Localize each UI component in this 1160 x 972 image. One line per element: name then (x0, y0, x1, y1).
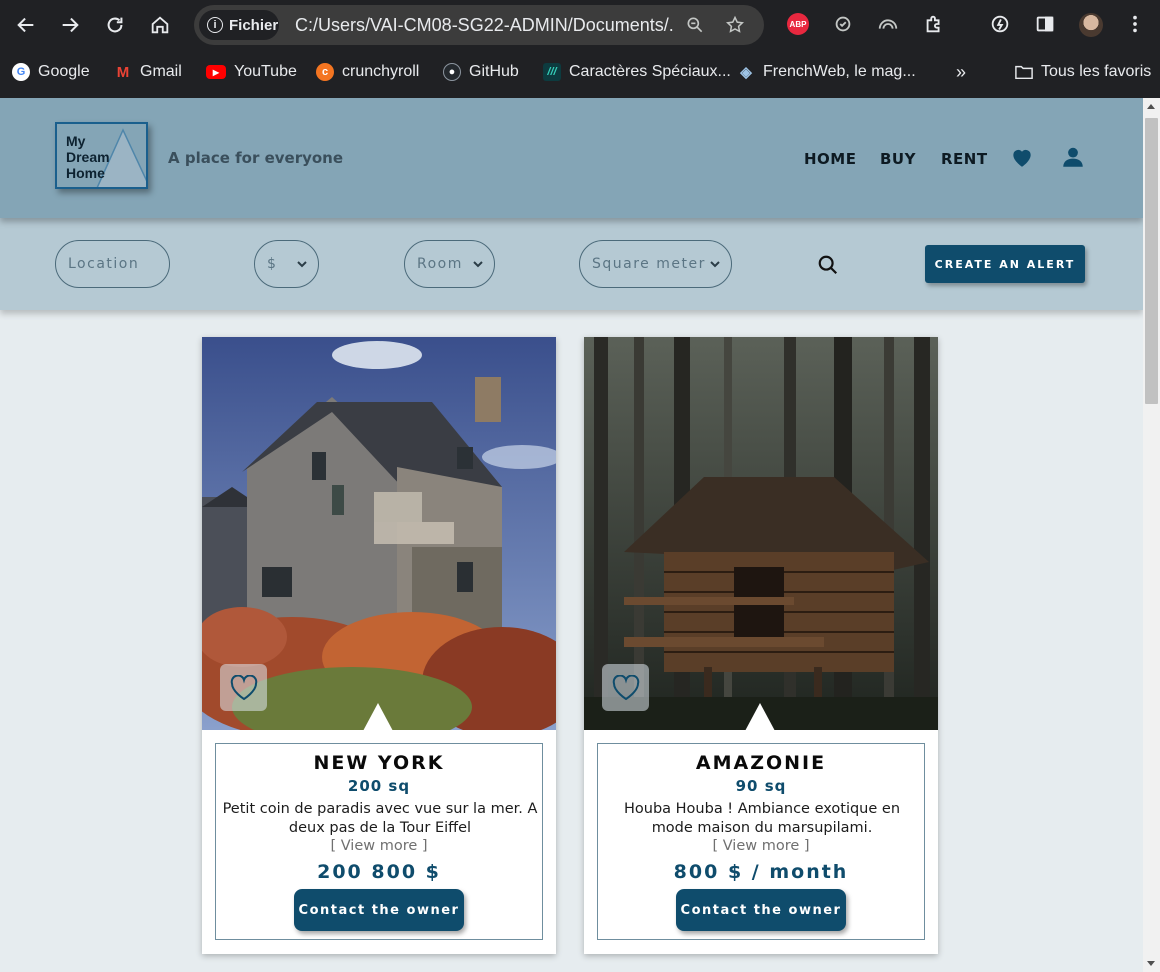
listing-price: 800 $ / month (673, 861, 849, 883)
gmail-icon: M (116, 63, 130, 81)
page-scrollbar[interactable] (1143, 98, 1160, 972)
listing-info: AMAZONIE 90 sq Houba Houba ! Ambiance ex… (597, 743, 925, 940)
nav-buy[interactable]: BUY (880, 150, 916, 168)
web-page: My Dream Home A place for everyone HOME … (0, 98, 1143, 972)
frenchweb-icon: ◈ (740, 64, 752, 81)
more-bookmarks-chevron-icon[interactable]: » (956, 61, 966, 83)
nav-rent[interactable]: RENT (941, 150, 988, 168)
bookmarks-bar: G Google M Gmail ▶ YouTube c crunchyroll… (0, 55, 1160, 89)
card-notch (363, 703, 393, 731)
listing-card: AMAZONIE 90 sq Houba Houba ! Ambiance ex… (584, 337, 938, 954)
bookmark-frenchweb[interactable]: ◈ FrenchWeb, le mag... (737, 61, 915, 83)
contact-owner-button[interactable]: Contact the owner (676, 889, 846, 931)
search-filter-bar: Location $ Room Square meter CREATE AN A… (0, 218, 1143, 310)
address-bar[interactable]: i Fichier C:/Users/VAI-CM08-SG22-ADMIN/D… (194, 5, 764, 45)
side-panel-icon[interactable] (1032, 11, 1058, 37)
folder-icon (1015, 63, 1033, 81)
forward-icon[interactable] (54, 9, 86, 41)
bookmark-crunchyroll[interactable]: c crunchyroll (316, 61, 419, 83)
listing-card: NEW YORK 200 sq Petit coin de paradis av… (202, 337, 556, 954)
create-alert-button[interactable]: CREATE AN ALERT (925, 245, 1085, 283)
square-meter-select-value: Square meter (592, 256, 706, 272)
site-info-label: Fichier (229, 16, 279, 34)
listing-description: Petit coin de paradis avec vue sur la me… (222, 801, 538, 836)
chevron-down-icon (473, 261, 483, 268)
contact-owner-button[interactable]: Contact the owner (294, 889, 464, 931)
listing-price: 200 800 $ (317, 861, 441, 883)
bookmark-google[interactable]: G Google (12, 61, 90, 83)
menu-kebab-icon[interactable] (1122, 11, 1148, 37)
bookmark-youtube[interactable]: ▶ YouTube (206, 61, 297, 83)
browser-chrome: i Fichier C:/Users/VAI-CM08-SG22-ADMIN/D… (0, 0, 1160, 98)
bookmark-star-icon[interactable] (723, 13, 747, 37)
listing-info: NEW YORK 200 sq Petit coin de paradis av… (215, 743, 543, 940)
info-icon: i (207, 17, 223, 33)
bookmark-gmail[interactable]: M Gmail (114, 61, 182, 83)
favorites-heart-icon[interactable] (1009, 144, 1035, 170)
price-select[interactable]: $ (254, 240, 319, 288)
url-text[interactable]: C:/Users/VAI-CM08-SG22-ADMIN/Documents/.… (295, 15, 675, 36)
scrollbar-thumb[interactable] (1145, 118, 1158, 404)
youtube-icon: ▶ (206, 65, 226, 79)
card-notch (745, 703, 775, 731)
favorite-heart-icon[interactable] (602, 664, 649, 711)
room-select-value: Room (417, 256, 463, 272)
scroll-up-arrow-icon[interactable] (1147, 104, 1155, 109)
listing-city: AMAZONIE (695, 752, 827, 774)
bookmark-github[interactable]: ● GitHub (443, 61, 519, 83)
browser-toolbar: i Fichier C:/Users/VAI-CM08-SG22-ADMIN/D… (0, 0, 1160, 50)
bookmark-caracteres-speciaux[interactable]: /// Caractères Spéciaux... (543, 61, 731, 83)
profile-avatar[interactable] (1079, 13, 1103, 37)
adblock-extension-icon[interactable]: ABP (785, 11, 811, 37)
square-meter-select[interactable]: Square meter (579, 240, 732, 288)
listing-description: Houba Houba ! Ambiance exotique en mode … (623, 801, 901, 836)
extensions-puzzle-icon[interactable] (921, 11, 947, 37)
caracteres-icon: /// (543, 63, 561, 81)
logo-text: My Dream Home (66, 133, 110, 181)
vpn-extension-icon[interactable] (875, 11, 901, 37)
listing-city: NEW YORK (313, 752, 445, 774)
chevron-down-icon (297, 261, 307, 268)
chevron-down-icon (710, 261, 720, 268)
location-placeholder: Location (68, 256, 140, 272)
nav-home[interactable]: HOME (804, 150, 856, 168)
zoom-icon[interactable] (683, 13, 707, 37)
site-info-chip[interactable]: i Fichier (199, 10, 279, 40)
google-icon: G (12, 63, 30, 81)
favorite-heart-icon[interactable] (220, 664, 267, 711)
location-input[interactable]: Location (55, 240, 170, 288)
tagline: A place for everyone (168, 149, 344, 167)
search-icon[interactable] (817, 254, 839, 276)
home-icon[interactable] (144, 9, 176, 41)
price-select-value: $ (267, 256, 278, 272)
all-bookmarks-folder[interactable]: Tous les favoris (1015, 61, 1151, 83)
task-extension-icon[interactable] (830, 11, 856, 37)
listing-size: 90 sq (735, 777, 787, 795)
view-more-link[interactable]: [ View more ] (598, 838, 924, 854)
crunchyroll-icon: c (316, 63, 334, 81)
listing-size: 200 sq (347, 777, 411, 795)
view-more-link[interactable]: [ View more ] (216, 838, 542, 854)
github-icon: ● (443, 63, 461, 81)
site-header: My Dream Home A place for everyone HOME … (0, 98, 1143, 218)
user-account-icon[interactable] (1060, 144, 1086, 170)
scroll-down-arrow-icon[interactable] (1147, 961, 1155, 966)
performance-icon[interactable] (987, 11, 1013, 37)
room-select[interactable]: Room (404, 240, 495, 288)
site-logo[interactable]: My Dream Home (55, 122, 148, 189)
back-icon[interactable] (10, 9, 42, 41)
reload-icon[interactable] (99, 9, 131, 41)
